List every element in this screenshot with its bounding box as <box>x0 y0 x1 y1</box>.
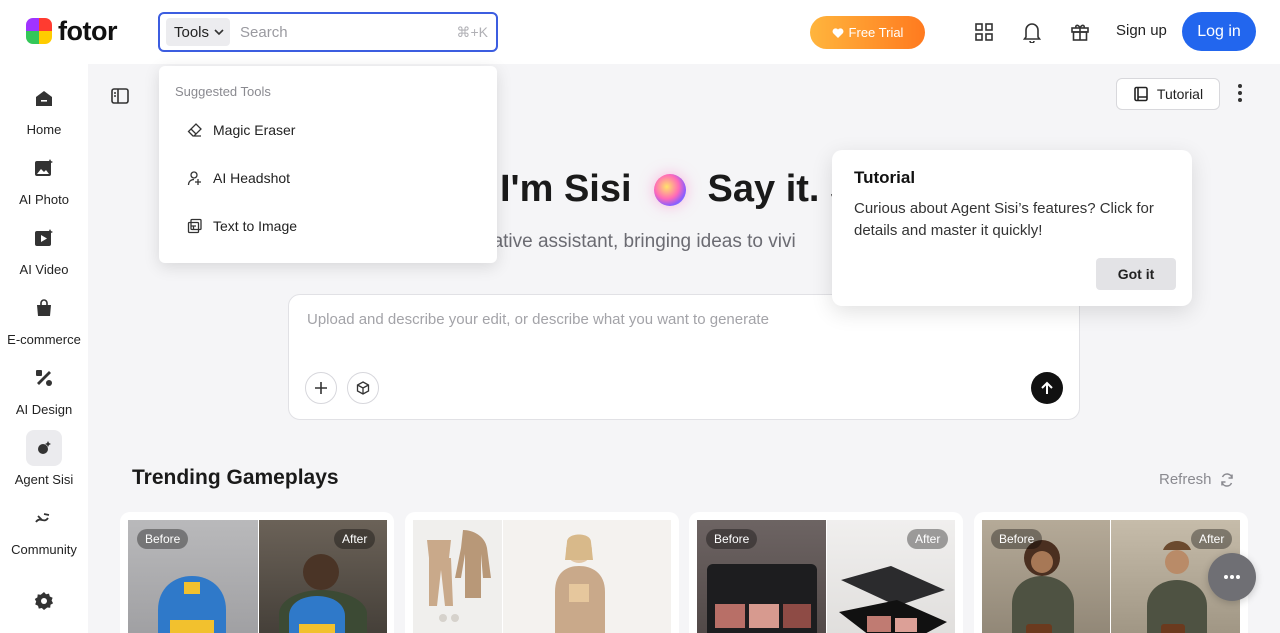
free-trial-button[interactable]: Free Trial <box>810 16 925 49</box>
prompt-input-box[interactable]: Upload and describe your edit, or descri… <box>288 294 1080 420</box>
add-attachment-button[interactable] <box>305 372 337 404</box>
sidebar-item-label: E-commerce <box>7 332 81 347</box>
brand-name: fotor <box>58 16 117 46</box>
arrow-up-icon <box>1041 381 1053 394</box>
fotor-logo[interactable]: fotor <box>26 16 117 46</box>
before-tag: Before <box>991 529 1043 549</box>
outfit-flatlay-image <box>413 520 502 633</box>
sidebar-item-label: AI Design <box>15 402 73 417</box>
dropdown-item-label: Magic Eraser <box>213 122 296 138</box>
refresh-button[interactable]: Refresh <box>1159 471 1234 488</box>
trending-title: Trending Gameplays <box>132 466 339 489</box>
search-scope-dropdown[interactable]: Tools <box>166 18 231 46</box>
home-icon <box>26 80 62 116</box>
cube-icon <box>356 381 370 395</box>
headshot-icon <box>187 171 201 186</box>
eraser-icon <box>187 123 202 137</box>
gameplay-card[interactable] <box>405 512 679 633</box>
sign-up-link[interactable]: Sign up <box>1116 22 1167 39</box>
tutorial-popover: Tutorial Curious about Agent Sisi’s feat… <box>832 150 1192 306</box>
chevron-down-icon <box>214 29 224 36</box>
before-tag: Before <box>137 529 189 549</box>
dropdown-item-label: AI Headshot <box>213 170 291 186</box>
search-input[interactable]: Search <box>240 24 456 41</box>
tutorial-label: Tutorial <box>1156 86 1204 102</box>
sidebar-item-ai-photo[interactable]: AI Photo <box>0 150 88 207</box>
hero-title-left: I'm Sisi <box>500 168 632 210</box>
sidebar-item-label: AI Video <box>19 262 69 277</box>
dropdown-item-label: Text to Image <box>213 218 298 234</box>
heart-icon <box>832 27 843 38</box>
dropdown-heading: Suggested Tools <box>175 84 271 99</box>
before-tag: Before <box>706 529 758 549</box>
search-bar[interactable]: Tools Search ⌘+K <box>158 12 498 52</box>
search-shortcut: ⌘+K <box>456 23 488 40</box>
panel-toggle-icon[interactable] <box>110 86 130 111</box>
dropdown-item-ai-headshot[interactable]: AI Headshot <box>187 170 290 186</box>
sidebar-item-ai-video[interactable]: AI Video <box>0 220 88 277</box>
hero-subtitle: eative assistant, bringing ideas to vivi <box>482 231 796 252</box>
sidebar-item-agent-sisi[interactable]: Agent Sisi <box>0 430 88 487</box>
send-button[interactable] <box>1031 372 1063 404</box>
popover-body: Curious about Agent Sisi’s features? Cli… <box>854 200 1154 239</box>
sidebar-item-label: Home <box>26 122 62 137</box>
refresh-label: Refresh <box>1159 471 1212 488</box>
apps-grid-icon[interactable] <box>972 20 996 44</box>
sidebar-item-e-commerce[interactable]: E-commerce <box>0 290 88 347</box>
logo-mark-icon <box>26 18 52 44</box>
dropdown-item-text-to-image[interactable]: Text to Image <box>187 218 297 234</box>
suggested-tools-dropdown: Suggested Tools Magic Eraser AI Headshot… <box>159 66 497 263</box>
chat-support-button[interactable] <box>1208 553 1256 601</box>
model-select-button[interactable] <box>347 372 379 404</box>
got-it-button[interactable]: Got it <box>1096 258 1176 290</box>
after-tag: After <box>907 529 949 549</box>
ellipsis-icon <box>1224 575 1240 579</box>
after-tag: After <box>1191 529 1233 549</box>
gameplay-card[interactable]: Before After <box>974 512 1248 633</box>
refresh-icon <box>1220 472 1233 487</box>
model-outfit-image <box>503 520 671 633</box>
search-scope-label: Tools <box>174 23 210 41</box>
popover-title: Tutorial <box>854 168 916 187</box>
bell-icon[interactable] <box>1020 20 1044 44</box>
prompt-input[interactable]: Upload and describe your edit, or descri… <box>307 311 769 328</box>
dropdown-item-magic-eraser[interactable]: Magic Eraser <box>187 122 295 138</box>
sidebar-item-label: AI Photo <box>19 192 69 207</box>
settings-gear-icon[interactable] <box>33 590 55 617</box>
ai-photo-icon <box>26 150 62 186</box>
book-icon <box>1134 86 1148 102</box>
text-to-image-icon <box>187 218 202 234</box>
plus-icon <box>315 382 327 394</box>
sidebar-item-label: Agent Sisi <box>14 472 74 487</box>
sidebar-item-home[interactable]: Home <box>0 80 88 137</box>
sidebar-item-community[interactable]: Community <box>0 500 88 557</box>
left-sidebar: Home AI Photo AI Video E-commerce AI Des… <box>0 64 88 633</box>
gameplay-card[interactable]: Before After <box>120 512 394 633</box>
gift-icon[interactable] <box>1068 20 1092 44</box>
log-in-button[interactable]: Log in <box>1182 12 1256 51</box>
free-trial-label: Free Trial <box>848 25 904 40</box>
top-bar: fotor Tools Search ⌘+K Free Trial Sign u… <box>0 0 1280 64</box>
community-icon <box>26 500 62 536</box>
hero-title: I'm Sisi Say it. S <box>500 168 855 211</box>
ai-video-icon <box>26 220 62 256</box>
sisi-orb-icon <box>653 173 686 206</box>
gameplay-card[interactable]: Before After <box>689 512 963 633</box>
sidebar-item-label: Community <box>11 542 77 557</box>
agent-sisi-icon <box>26 430 62 466</box>
sidebar-item-ai-design[interactable]: AI Design <box>0 360 88 417</box>
tutorial-button[interactable]: Tutorial <box>1116 78 1220 110</box>
more-options-icon[interactable] <box>1236 82 1244 109</box>
after-tag: After <box>334 529 376 549</box>
shopping-bag-icon <box>26 290 62 326</box>
ai-design-icon <box>26 360 62 396</box>
